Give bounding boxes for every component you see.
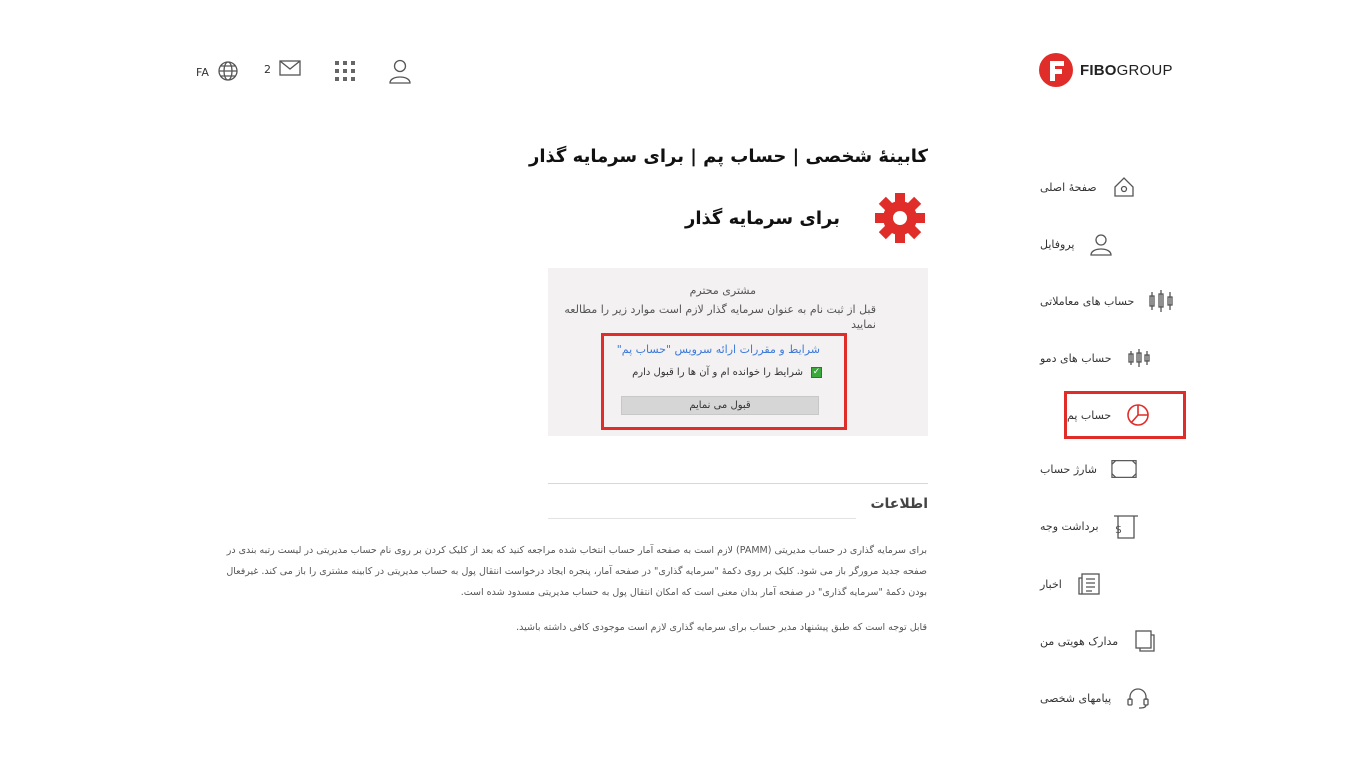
sidebar-item-trading-accounts[interactable]: حساب های معاملاتی — [1040, 281, 1190, 321]
globe-icon — [217, 60, 239, 85]
instruction-text: قبل از ثبت نام به عنوان سرمایه گذار لازم… — [564, 303, 876, 331]
sidebar-item-label: حساب پم — [1067, 408, 1112, 422]
home-icon — [1111, 174, 1137, 200]
sidebar-item-withdraw[interactable]: $ برداشت وجه — [1040, 506, 1190, 546]
top-bar: FA 2 FIBOGROUP — [0, 40, 1366, 104]
pamm-pie-icon — [1125, 402, 1151, 428]
documents-icon — [1132, 628, 1158, 654]
language-code: FA — [196, 66, 209, 79]
user-icon — [1088, 231, 1114, 257]
svg-text:$: $ — [1115, 523, 1122, 536]
sidebar-item-label: اخبار — [1040, 577, 1062, 591]
withdraw-icon: $ — [1113, 513, 1139, 539]
sidebar-item-news[interactable]: اخبار — [1040, 564, 1190, 604]
sidebar-item-label: برداشت وجه — [1040, 519, 1099, 533]
user-account-icon[interactable] — [388, 58, 412, 88]
sidebar-item-label: پروفایل — [1040, 237, 1075, 251]
highlight-box — [601, 333, 847, 430]
sidebar-item-my-documents[interactable]: مدارک هویتی من — [1040, 621, 1190, 661]
sidebar-item-demo-accounts[interactable]: حساب های دمو — [1040, 338, 1190, 378]
news-icon — [1076, 571, 1102, 597]
candles-small-icon — [1126, 345, 1152, 371]
sidebar-item-pamm-account[interactable]: حساب پم — [1064, 391, 1186, 439]
info-text: برای سرمایه گذاری در حساب مدیریتی (PAMM)… — [205, 540, 927, 638]
page-title: کابینهٔ شخصی | حساب پم | برای سرمایه گذا… — [528, 146, 928, 167]
messages-button[interactable]: 2 — [264, 60, 301, 79]
mail-count: 2 — [264, 63, 271, 76]
section-header: برای سرمایه گذار — [685, 192, 926, 244]
info-paragraph: برای سرمایه گذاری در حساب مدیریتی (PAMM)… — [226, 545, 927, 598]
divider — [548, 518, 856, 519]
language-switcher[interactable]: FA — [196, 60, 239, 85]
gear-icon — [874, 192, 926, 244]
deposit-icon — [1111, 456, 1137, 482]
sidebar-item-deposit[interactable]: شارژ حساب — [1040, 449, 1190, 489]
fibogroup-logo-icon — [1039, 53, 1073, 87]
sidebar-item-label: شارژ حساب — [1040, 462, 1098, 476]
sidebar-item-label: مدارک هویتی من — [1040, 634, 1119, 648]
sidebar-item-label: حساب های دمو — [1040, 351, 1112, 365]
sidebar-item-home[interactable]: صفحهٔ اصلی — [1040, 167, 1190, 207]
section-title: برای سرمایه گذار — [684, 207, 840, 229]
headset-icon — [1125, 685, 1151, 711]
fibogroup-logo[interactable]: FIBOGROUP — [1038, 52, 1173, 88]
info-paragraph: قابل توجه است که طبق پیشنهاد مدیر حساب ب… — [516, 622, 927, 633]
sidebar-item-label: حساب های معاملاتی — [1040, 294, 1135, 308]
sidebar-item-profile[interactable]: پروفایل — [1040, 224, 1190, 264]
apps-grid-icon[interactable] — [334, 60, 356, 86]
sidebar-item-label: صفحهٔ اصلی — [1040, 180, 1097, 194]
sidebar-item-label: پیامهای شخصی — [1040, 691, 1112, 705]
candles-icon — [1148, 288, 1174, 314]
greeting-text: مشتری محترم — [689, 284, 756, 297]
sidebar-item-personal-messages[interactable]: پیامهای شخصی — [1040, 678, 1190, 718]
mail-icon — [279, 60, 301, 79]
info-title: اطلاعات — [870, 496, 928, 512]
logo-text: FIBOGROUP — [1080, 61, 1173, 79]
divider — [548, 483, 928, 484]
